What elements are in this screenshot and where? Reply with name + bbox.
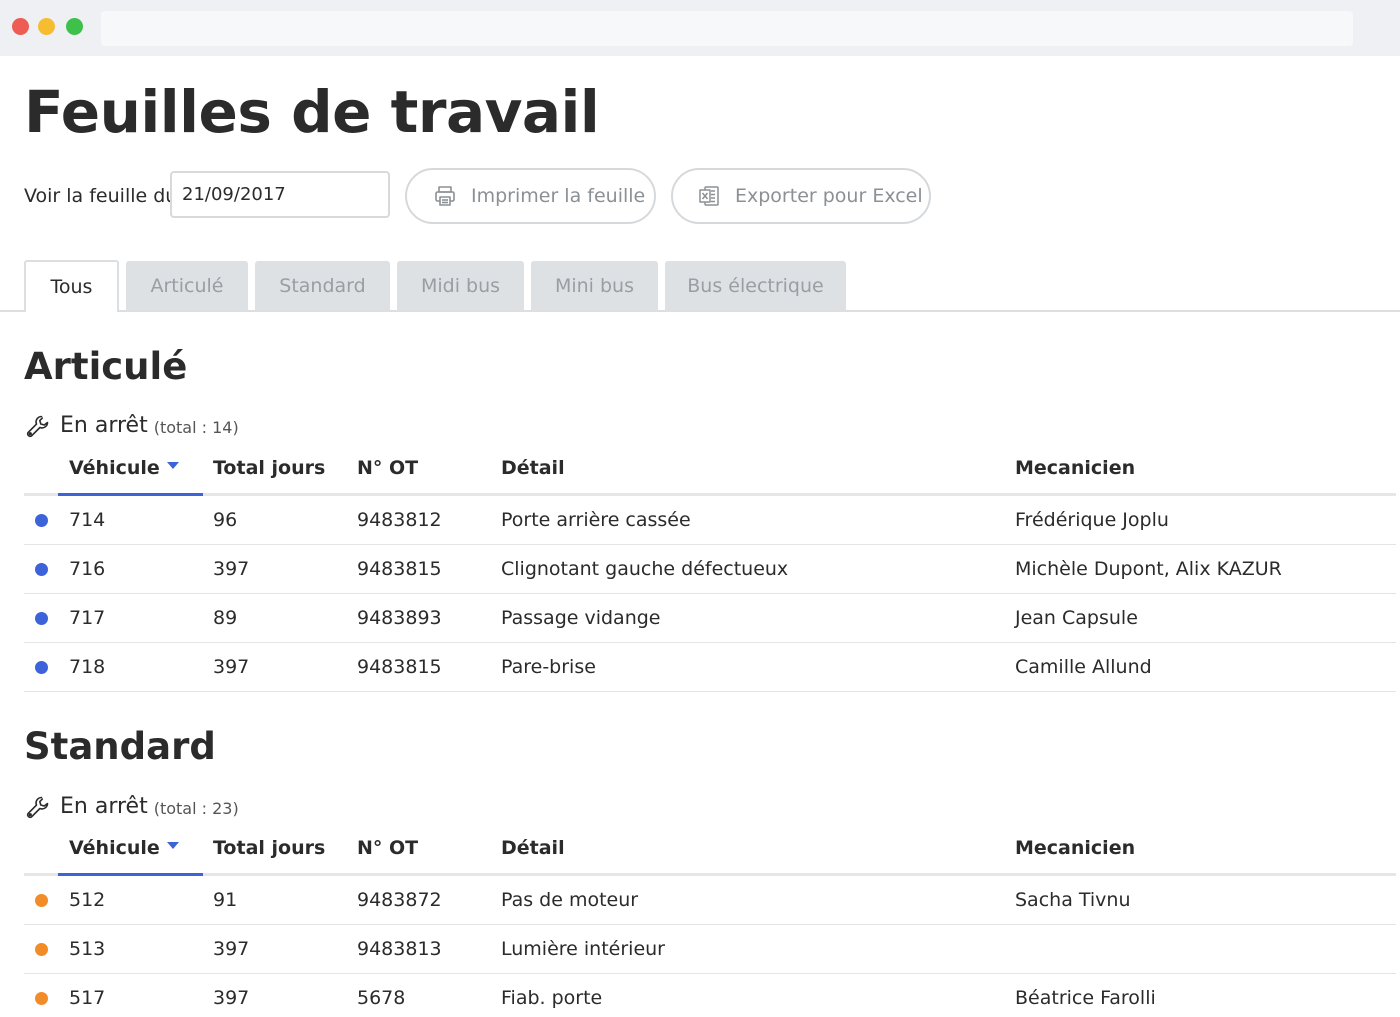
column-header-vehicle[interactable]: Véhicule (69, 454, 179, 482)
status-heading: En arrêt (total : 23) (24, 790, 239, 824)
table-row[interactable]: 718 397 9483815 Pare-brise Camille Allun… (24, 643, 1396, 692)
cell-vehicle: 718 (69, 656, 106, 678)
tab-tous[interactable]: Tous (24, 260, 119, 312)
status-label: En arrêt (60, 413, 148, 438)
cell-ot: 9483815 (357, 656, 442, 678)
cell-ot: 5678 (357, 987, 406, 1009)
date-input[interactable] (170, 171, 390, 218)
cell-vehicle: 517 (69, 987, 106, 1009)
cell-days: 96 (213, 509, 238, 531)
cell-detail: Clignotant gauche défectueux (501, 558, 789, 580)
cell-ot: 9483812 (357, 509, 442, 531)
cell-vehicle: 512 (69, 889, 106, 911)
cell-mechanic: Jean Capsule (1015, 607, 1138, 629)
page-title: Feuilles de travail (24, 78, 600, 146)
section-title-standard: Standard (24, 725, 216, 768)
table-header: Véhicule Total jours N° OT Détail Mecani… (24, 444, 1396, 496)
cell-mechanic: Sacha Tivnu (1015, 889, 1131, 911)
section-title-articule: Articulé (24, 345, 188, 388)
cell-days: 397 (213, 938, 250, 960)
vehicle-type-tabs: Tous Articulé Standard Midi bus Mini bus… (0, 260, 1400, 312)
status-dot (35, 661, 48, 674)
cell-detail: Pas de moteur (501, 889, 639, 911)
wrench-icon (24, 412, 52, 440)
cell-ot: 9483813 (357, 938, 442, 960)
print-button-label: Imprimer la feuille (471, 185, 646, 207)
tab-standard[interactable]: Standard (255, 261, 390, 311)
status-dot (35, 943, 48, 956)
address-bar[interactable] (101, 11, 1353, 46)
cell-mechanic: Camille Allund (1015, 656, 1152, 678)
column-header-mechanic[interactable]: Mecanicien (1015, 454, 1135, 482)
cell-detail: Lumière intérieur (501, 938, 665, 960)
table-row[interactable]: 716 397 9483815 Clignotant gauche défect… (24, 545, 1396, 594)
cell-days: 89 (213, 607, 238, 629)
export-button-label: Exporter pour Excel (735, 185, 923, 207)
maximize-window-button[interactable] (66, 18, 83, 35)
cell-detail: Porte arrière cassée (501, 509, 691, 531)
table-row[interactable]: 714 96 9483812 Porte arrière cassée Fréd… (24, 496, 1396, 545)
cell-days: 397 (213, 656, 250, 678)
cell-detail: Pare-brise (501, 656, 596, 678)
cell-vehicle: 513 (69, 938, 106, 960)
table-row[interactable]: 513 397 9483813 Lumière intérieur (24, 925, 1396, 974)
wrench-icon (24, 793, 52, 821)
column-header-days[interactable]: Total jours (213, 454, 325, 482)
minimize-window-button[interactable] (38, 18, 55, 35)
export-excel-button[interactable]: Exporter pour Excel (671, 168, 931, 224)
cell-days: 397 (213, 987, 250, 1009)
tab-bus-electrique[interactable]: Bus électrique (665, 261, 846, 311)
cell-detail: Fiab. porte (501, 987, 603, 1009)
cell-detail: Passage vidange (501, 607, 661, 629)
column-header-detail[interactable]: Détail (501, 834, 565, 862)
printer-icon (433, 184, 457, 208)
tab-midi-bus[interactable]: Midi bus (397, 261, 524, 311)
column-header-ot[interactable]: N° OT (357, 834, 418, 862)
cell-ot: 9483872 (357, 889, 442, 911)
close-window-button[interactable] (12, 18, 29, 35)
column-header-vehicle[interactable]: Véhicule (69, 834, 179, 862)
tab-mini-bus[interactable]: Mini bus (531, 261, 658, 311)
window-titlebar (0, 0, 1400, 56)
table-header: Véhicule Total jours N° OT Détail Mecani… (24, 824, 1396, 876)
status-dot (35, 563, 48, 576)
column-header-detail[interactable]: Détail (501, 454, 565, 482)
cell-days: 91 (213, 889, 238, 911)
cell-mechanic: Frédérique Joplu (1015, 509, 1169, 531)
status-dot (35, 612, 48, 625)
column-header-days[interactable]: Total jours (213, 834, 325, 862)
status-total: (total : 23) (153, 799, 239, 818)
cell-mechanic: Béatrice Farolli (1015, 987, 1156, 1009)
cell-days: 397 (213, 558, 250, 580)
cell-vehicle: 714 (69, 509, 106, 531)
sort-down-icon (166, 842, 179, 849)
status-label: En arrêt (60, 794, 148, 819)
table-row[interactable]: 717 89 9483893 Passage vidange Jean Caps… (24, 594, 1396, 643)
sort-down-icon (166, 462, 179, 469)
status-heading: En arrêt (total : 14) (24, 409, 239, 443)
cell-vehicle: 716 (69, 558, 106, 580)
table-row[interactable]: 512 91 9483872 Pas de moteur Sacha Tivnu (24, 876, 1396, 925)
print-button[interactable]: Imprimer la feuille (405, 168, 656, 224)
tab-articule[interactable]: Articulé (126, 261, 248, 311)
status-total: (total : 14) (153, 418, 239, 437)
cell-vehicle: 717 (69, 607, 106, 629)
date-label: Voir la feuille du (24, 185, 178, 207)
cell-mechanic: Michèle Dupont, Alix KAZUR (1015, 558, 1282, 580)
column-header-ot[interactable]: N° OT (357, 454, 418, 482)
cell-ot: 9483893 (357, 607, 442, 629)
column-header-mechanic[interactable]: Mecanicien (1015, 834, 1135, 862)
standard-table: Véhicule Total jours N° OT Détail Mecani… (24, 824, 1396, 1017)
status-dot (35, 992, 48, 1005)
table-row[interactable]: 517 397 5678 Fiab. porte Béatrice Faroll… (24, 974, 1396, 1017)
status-dot (35, 514, 48, 527)
cell-ot: 9483815 (357, 558, 442, 580)
articule-table: Véhicule Total jours N° OT Détail Mecani… (24, 444, 1396, 692)
status-dot (35, 894, 48, 907)
excel-icon (697, 184, 721, 208)
